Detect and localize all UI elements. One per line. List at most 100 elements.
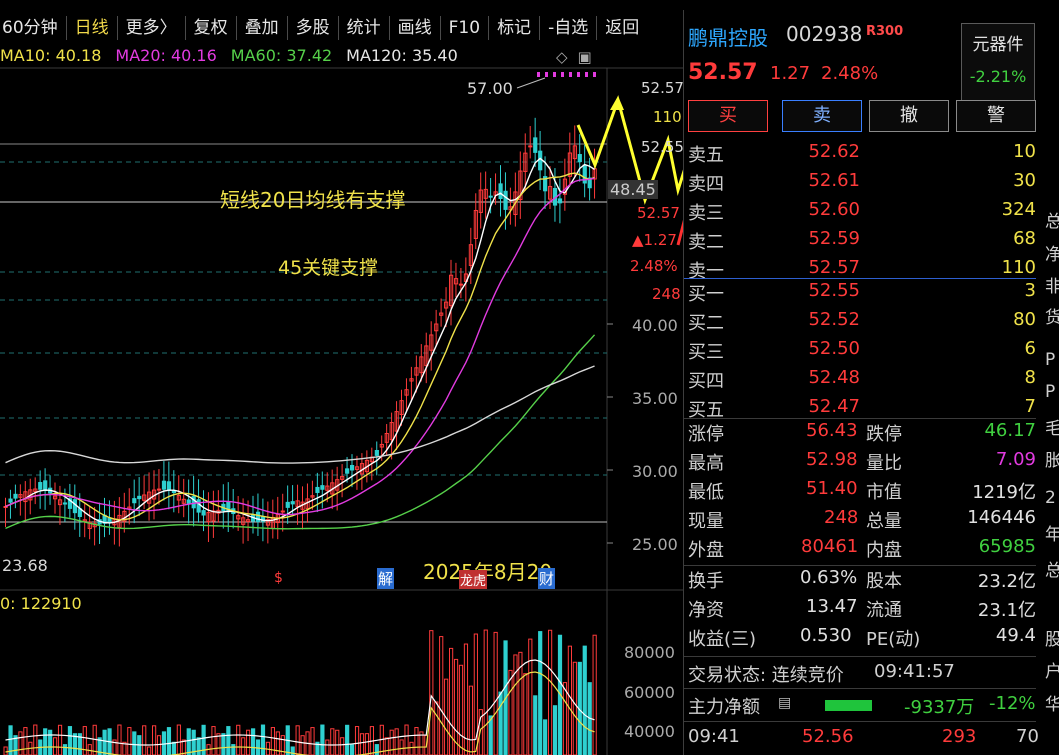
stats-table: 涨停 56.43 跌停 46.17 最高 52.98 量比 7.09 最低 51.40 市值 12… bbox=[688, 420, 1036, 561]
volume-bar bbox=[3, 746, 8, 755]
candle-body bbox=[458, 283, 464, 286]
volume-bar bbox=[548, 629, 553, 755]
bid-row[interactable]: 买一 52.55 3 bbox=[684, 280, 1036, 309]
volume-bar bbox=[404, 724, 409, 755]
annotation-ma20-support: 短线20日均线有支撑 bbox=[220, 188, 406, 212]
candle-body bbox=[374, 449, 379, 456]
candle-body bbox=[255, 511, 261, 522]
bid-row[interactable]: 买二 52.52 80 bbox=[684, 309, 1036, 338]
bid-row[interactable]: 买四 52.48 8 bbox=[684, 367, 1036, 396]
high-pointer bbox=[516, 77, 546, 89]
volume-bar bbox=[82, 726, 87, 755]
volume-bar bbox=[23, 727, 28, 755]
candle-body bbox=[186, 499, 191, 504]
candle-body bbox=[38, 482, 43, 490]
volume-bar bbox=[567, 645, 572, 755]
axis-price-30: 30.00 bbox=[632, 462, 678, 481]
volume-bar bbox=[251, 728, 256, 755]
alert-button[interactable]: 警 bbox=[956, 100, 1036, 132]
signal-mark bbox=[593, 72, 596, 77]
volume-bar bbox=[216, 733, 221, 755]
volume-bar bbox=[434, 701, 439, 755]
candle-body bbox=[528, 145, 533, 148]
volume-bar bbox=[166, 727, 172, 755]
buy-button[interactable]: 买 bbox=[688, 100, 768, 132]
candle-body bbox=[315, 486, 320, 493]
candle-body bbox=[503, 190, 508, 210]
volume-bar bbox=[275, 731, 280, 755]
list-icon[interactable]: ▤ bbox=[778, 695, 791, 711]
volume-bar bbox=[221, 733, 226, 755]
tick-extra: 70 bbox=[1016, 726, 1039, 747]
ma120-line bbox=[5, 365, 595, 464]
volume-bar bbox=[359, 733, 365, 755]
cursor-price-tag: 48.45 bbox=[608, 180, 658, 199]
volume-bar bbox=[62, 744, 68, 755]
volume-bar bbox=[260, 724, 266, 755]
main-flow-pct: -12% bbox=[989, 693, 1036, 714]
signal-mark bbox=[545, 72, 548, 77]
volume-bar bbox=[414, 727, 419, 755]
annotation-key-support: 45关键支撑 bbox=[278, 257, 379, 279]
candle-body bbox=[161, 480, 167, 490]
volume-bar bbox=[498, 691, 503, 755]
ask-row[interactable]: 卖三 52.60 324 bbox=[684, 199, 1036, 228]
signal-mark bbox=[561, 72, 564, 77]
volume-bar bbox=[102, 729, 107, 755]
volume-bar bbox=[523, 673, 528, 755]
bid-row[interactable]: 买三 52.50 6 bbox=[684, 338, 1036, 367]
volume-bar bbox=[429, 630, 434, 755]
candle-body bbox=[498, 183, 503, 200]
sector-name: 元器件 bbox=[972, 35, 1024, 55]
volume-bar bbox=[533, 695, 538, 755]
signal-mark bbox=[585, 72, 588, 77]
last-price: 52.57 bbox=[688, 60, 758, 85]
volume-bar bbox=[310, 727, 315, 755]
volume-bar bbox=[53, 737, 58, 755]
volume-bar bbox=[176, 724, 181, 755]
right-edge-panel: 总 净 非 货 P P 毛 胀 2 年 总 股 户 华 bbox=[1045, 212, 1059, 715]
cancel-button[interactable]: 撤 bbox=[869, 100, 949, 132]
main-flow-label: 主力净额 bbox=[688, 697, 760, 718]
candle-body bbox=[557, 198, 563, 204]
volume-bar bbox=[117, 724, 122, 755]
axis-price-25: 25.00 bbox=[632, 535, 678, 554]
candle-body bbox=[43, 480, 48, 492]
volume-bar bbox=[538, 631, 543, 755]
volume-bar bbox=[67, 726, 73, 755]
candle-body bbox=[62, 502, 68, 505]
volume-bar bbox=[335, 729, 340, 755]
volume-bar bbox=[483, 629, 488, 755]
volume-bar bbox=[43, 728, 48, 755]
ask-row[interactable]: 卖四 52.61 30 bbox=[684, 170, 1036, 199]
candle-body bbox=[72, 499, 78, 514]
sell-button[interactable]: 卖 bbox=[782, 100, 862, 132]
index-tag: R300 bbox=[866, 24, 904, 39]
volume-bar bbox=[246, 729, 251, 755]
volume-bar bbox=[384, 737, 389, 755]
axis-vol-top: 110 bbox=[653, 108, 682, 126]
marker-lhb: 龙虎 bbox=[459, 570, 488, 589]
candle-body bbox=[13, 493, 18, 499]
volume-bar bbox=[364, 733, 370, 755]
sector-box[interactable]: 元器件 -2.21% bbox=[961, 23, 1035, 101]
volume-bar bbox=[592, 634, 597, 755]
candle-body bbox=[533, 137, 538, 153]
volume-bar bbox=[211, 726, 216, 755]
volume-bar bbox=[147, 746, 152, 755]
volume-bar bbox=[48, 729, 53, 755]
high-price-label: 57.00 bbox=[467, 79, 513, 98]
stock-name[interactable]: 鹏鼎控股 bbox=[688, 22, 768, 51]
book-divider bbox=[684, 278, 1036, 279]
axis-price-2: 52.55 bbox=[641, 138, 684, 156]
ask-book: 卖五 52.62 10 卖四 52.61 30 卖三 52.60 324 卖二 52.59 68… bbox=[684, 141, 1036, 286]
volume-bar bbox=[236, 724, 241, 755]
candle-body bbox=[8, 498, 13, 503]
candle-body bbox=[345, 468, 350, 474]
ma60-line bbox=[5, 334, 596, 530]
candle-body bbox=[132, 498, 137, 504]
annotation-date: 2025年8月20 bbox=[423, 560, 553, 584]
candle-body bbox=[280, 510, 285, 513]
ask-row[interactable]: 卖五 52.62 10 bbox=[684, 141, 1036, 170]
ask-row[interactable]: 卖二 52.59 68 bbox=[684, 228, 1036, 257]
